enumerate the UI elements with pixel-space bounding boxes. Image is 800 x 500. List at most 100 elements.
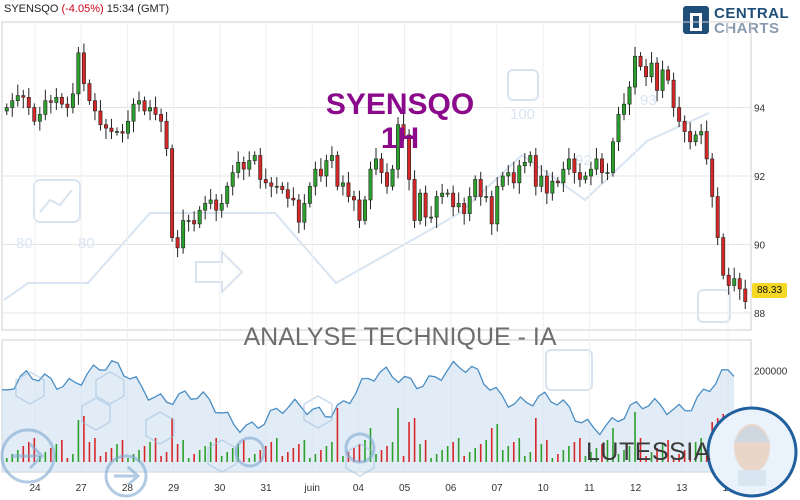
- candle: [302, 194, 307, 230]
- volume-bar: [66, 458, 69, 462]
- candle-body: [203, 203, 208, 211]
- candle-body: [274, 185, 279, 188]
- volume-bar: [551, 458, 554, 462]
- candle: [688, 122, 693, 150]
- volume-bar: [457, 438, 460, 462]
- candle: [478, 171, 483, 206]
- candle-body: [329, 155, 334, 161]
- candle: [131, 98, 136, 133]
- y-tick-label: 88: [754, 309, 766, 320]
- candle: [600, 153, 604, 184]
- candle: [280, 182, 285, 194]
- volume-bar: [524, 456, 526, 462]
- candle: [368, 161, 373, 210]
- candle: [511, 161, 516, 189]
- candle: [467, 187, 472, 222]
- candle-body: [302, 203, 307, 223]
- candle-body: [423, 192, 428, 218]
- candle: [76, 46, 81, 105]
- volume-bar: [364, 440, 366, 462]
- volume-bar: [44, 452, 47, 462]
- candle-body: [98, 110, 103, 125]
- volume-bar: [193, 454, 195, 462]
- volume-bar: [325, 446, 328, 462]
- candle-body: [65, 103, 70, 108]
- candle: [385, 163, 389, 194]
- volume-bar: [512, 442, 515, 462]
- candle: [43, 89, 48, 121]
- candle: [153, 96, 158, 121]
- candle-body: [269, 182, 274, 187]
- candle-body: [611, 141, 615, 173]
- volume-bar: [430, 458, 432, 462]
- volume-bar: [568, 446, 570, 462]
- volume-bar: [562, 450, 565, 462]
- volume-bar: [270, 442, 273, 462]
- candle: [181, 209, 186, 254]
- analysis-banner: ANALYSE TECHNIQUE - IA: [243, 323, 557, 351]
- candle-body: [26, 96, 31, 108]
- candle: [324, 154, 329, 187]
- volume-tick-label: 200000: [754, 366, 788, 377]
- candle: [4, 103, 9, 116]
- candle: [307, 182, 312, 208]
- volume-bar: [413, 418, 416, 462]
- candle-body: [671, 79, 676, 108]
- candle-body: [588, 168, 593, 177]
- last-price-label: 88.33: [752, 283, 787, 298]
- ai-face-badge: [706, 406, 798, 498]
- volume-bar: [187, 458, 190, 462]
- candle: [219, 194, 224, 218]
- candle: [561, 161, 566, 193]
- candle-body: [616, 114, 621, 143]
- candle-body: [566, 158, 571, 170]
- candle-body: [682, 120, 687, 132]
- candle-body: [241, 162, 246, 170]
- candle-body: [544, 175, 549, 194]
- volume-bar: [22, 446, 25, 462]
- candle-body: [324, 160, 329, 177]
- candle: [666, 65, 671, 85]
- candle-body: [484, 196, 489, 198]
- candle-body: [43, 100, 48, 115]
- candle-body: [340, 182, 345, 187]
- overlay-timeframe: 1H: [380, 122, 420, 155]
- candle: [175, 230, 180, 258]
- candle-body: [70, 93, 75, 108]
- candle-body: [655, 62, 660, 91]
- price-chart: 80 80 1009293 94929088 24 27 28 29 30 31 juin 04…: [0, 21, 798, 498]
- candle: [269, 177, 274, 198]
- candle-body: [517, 165, 522, 184]
- candle-body: [164, 120, 169, 149]
- candle: [544, 170, 549, 205]
- candle-body: [473, 179, 478, 197]
- candle-body: [445, 192, 450, 195]
- candle-body: [633, 55, 637, 88]
- x-tick-label: 13: [676, 483, 688, 494]
- volume-bar: [160, 456, 162, 462]
- candle-body: [649, 62, 654, 78]
- candle: [87, 79, 92, 105]
- y-tick-label: 92: [754, 172, 766, 183]
- candle-body: [374, 158, 378, 170]
- volume-bar: [281, 456, 284, 462]
- candle: [258, 147, 263, 189]
- candle: [137, 91, 141, 112]
- volume-bar: [121, 440, 124, 462]
- brand-label: LUTESSIA: [586, 438, 711, 466]
- volume-bar: [397, 408, 399, 462]
- volume-bar: [226, 452, 228, 462]
- candle-body: [175, 237, 180, 249]
- candle: [721, 233, 726, 280]
- volume-bar: [540, 444, 543, 462]
- candle: [203, 195, 208, 220]
- candle-body: [385, 172, 389, 187]
- candle-body: [219, 203, 224, 211]
- candle: [318, 158, 323, 182]
- volume-bar: [176, 444, 179, 462]
- overlay-title: SYENSQO 1H: [300, 88, 500, 156]
- candle-body: [644, 66, 648, 78]
- candle: [743, 279, 748, 310]
- candle: [710, 153, 715, 208]
- candle: [192, 211, 197, 232]
